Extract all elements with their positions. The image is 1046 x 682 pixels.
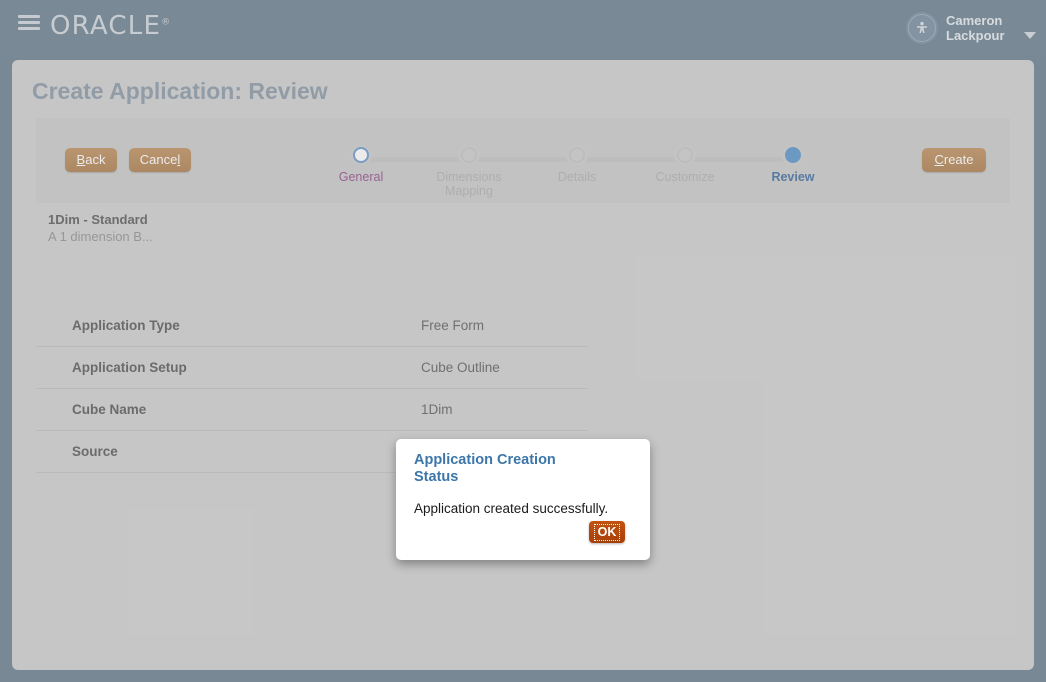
dialog-title: Application Creation Status (414, 452, 556, 485)
ok-button[interactable]: OK (589, 521, 625, 543)
modal-overlay (0, 0, 1046, 682)
dialog-message: Application created successfully. (414, 501, 609, 516)
ok-button-label: OK (593, 523, 621, 541)
application-creation-status-dialog: Application Creation Status Application … (396, 439, 650, 560)
